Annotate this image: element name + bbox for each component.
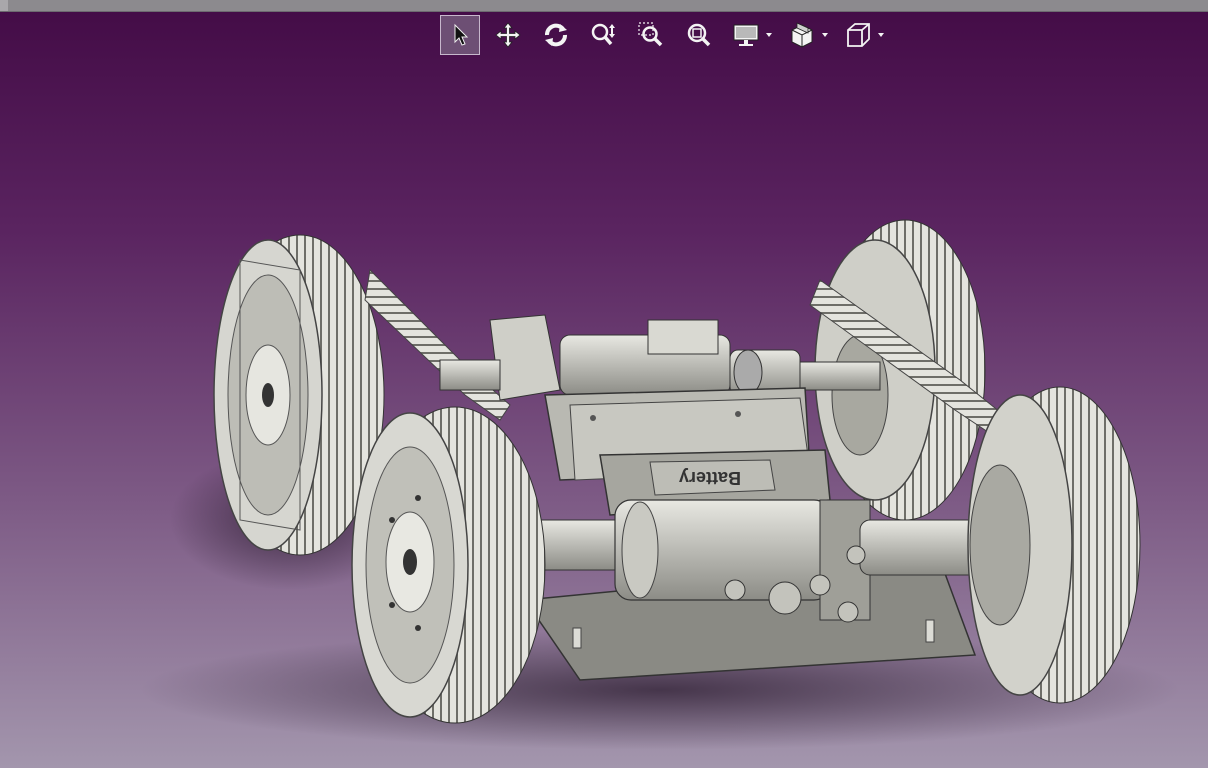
wheel-front-right[interactable] (967, 386, 1141, 704)
section-view-group (784, 15, 830, 55)
monitor-icon (733, 24, 759, 46)
caret-down-icon (766, 33, 772, 37)
move-arrows-icon (495, 22, 521, 48)
3d-viewport[interactable]: Battery (0, 56, 1208, 768)
zoom-tool-button[interactable] (584, 15, 624, 55)
view-orientation-button[interactable] (840, 15, 876, 55)
section-view-button[interactable] (784, 15, 820, 55)
caret-down-icon (878, 33, 884, 37)
display-mode-group (728, 15, 774, 55)
title-bar (0, 0, 1208, 12)
display-mode-button[interactable] (728, 15, 764, 55)
caret-down-icon (822, 33, 828, 37)
rotate-icon (545, 23, 567, 47)
motor-rear[interactable] (439, 314, 881, 401)
section-cube-icon (791, 22, 813, 48)
display-mode-dropdown[interactable] (764, 15, 774, 55)
wireframe-cube-icon (847, 23, 870, 47)
view-orientation-dropdown[interactable] (876, 15, 886, 55)
zoom-fit-icon (687, 23, 711, 47)
zoom-area-tool-button[interactable] (632, 15, 672, 55)
standoff (572, 627, 582, 649)
rotate-tool-button[interactable] (536, 15, 576, 55)
belt-left (364, 268, 511, 421)
battery-label: Battery (679, 468, 741, 488)
title-bar-edge (0, 0, 8, 11)
view-toolbar (440, 15, 896, 55)
zoom-updown-icon (591, 23, 615, 46)
wheel-front-left[interactable] (351, 406, 546, 724)
zoom-fit-tool-button[interactable] (680, 15, 720, 55)
zoom-area-icon (638, 22, 663, 47)
battery-pack[interactable]: Battery (544, 387, 831, 516)
view-orientation-group (840, 15, 886, 55)
pointer-arrow-icon (454, 23, 469, 46)
section-view-dropdown[interactable] (820, 15, 830, 55)
standoff (925, 619, 935, 643)
select-tool-button[interactable] (440, 15, 480, 55)
pan-tool-button[interactable] (488, 15, 528, 55)
robot-chassis-model[interactable]: Battery (0, 56, 1208, 768)
